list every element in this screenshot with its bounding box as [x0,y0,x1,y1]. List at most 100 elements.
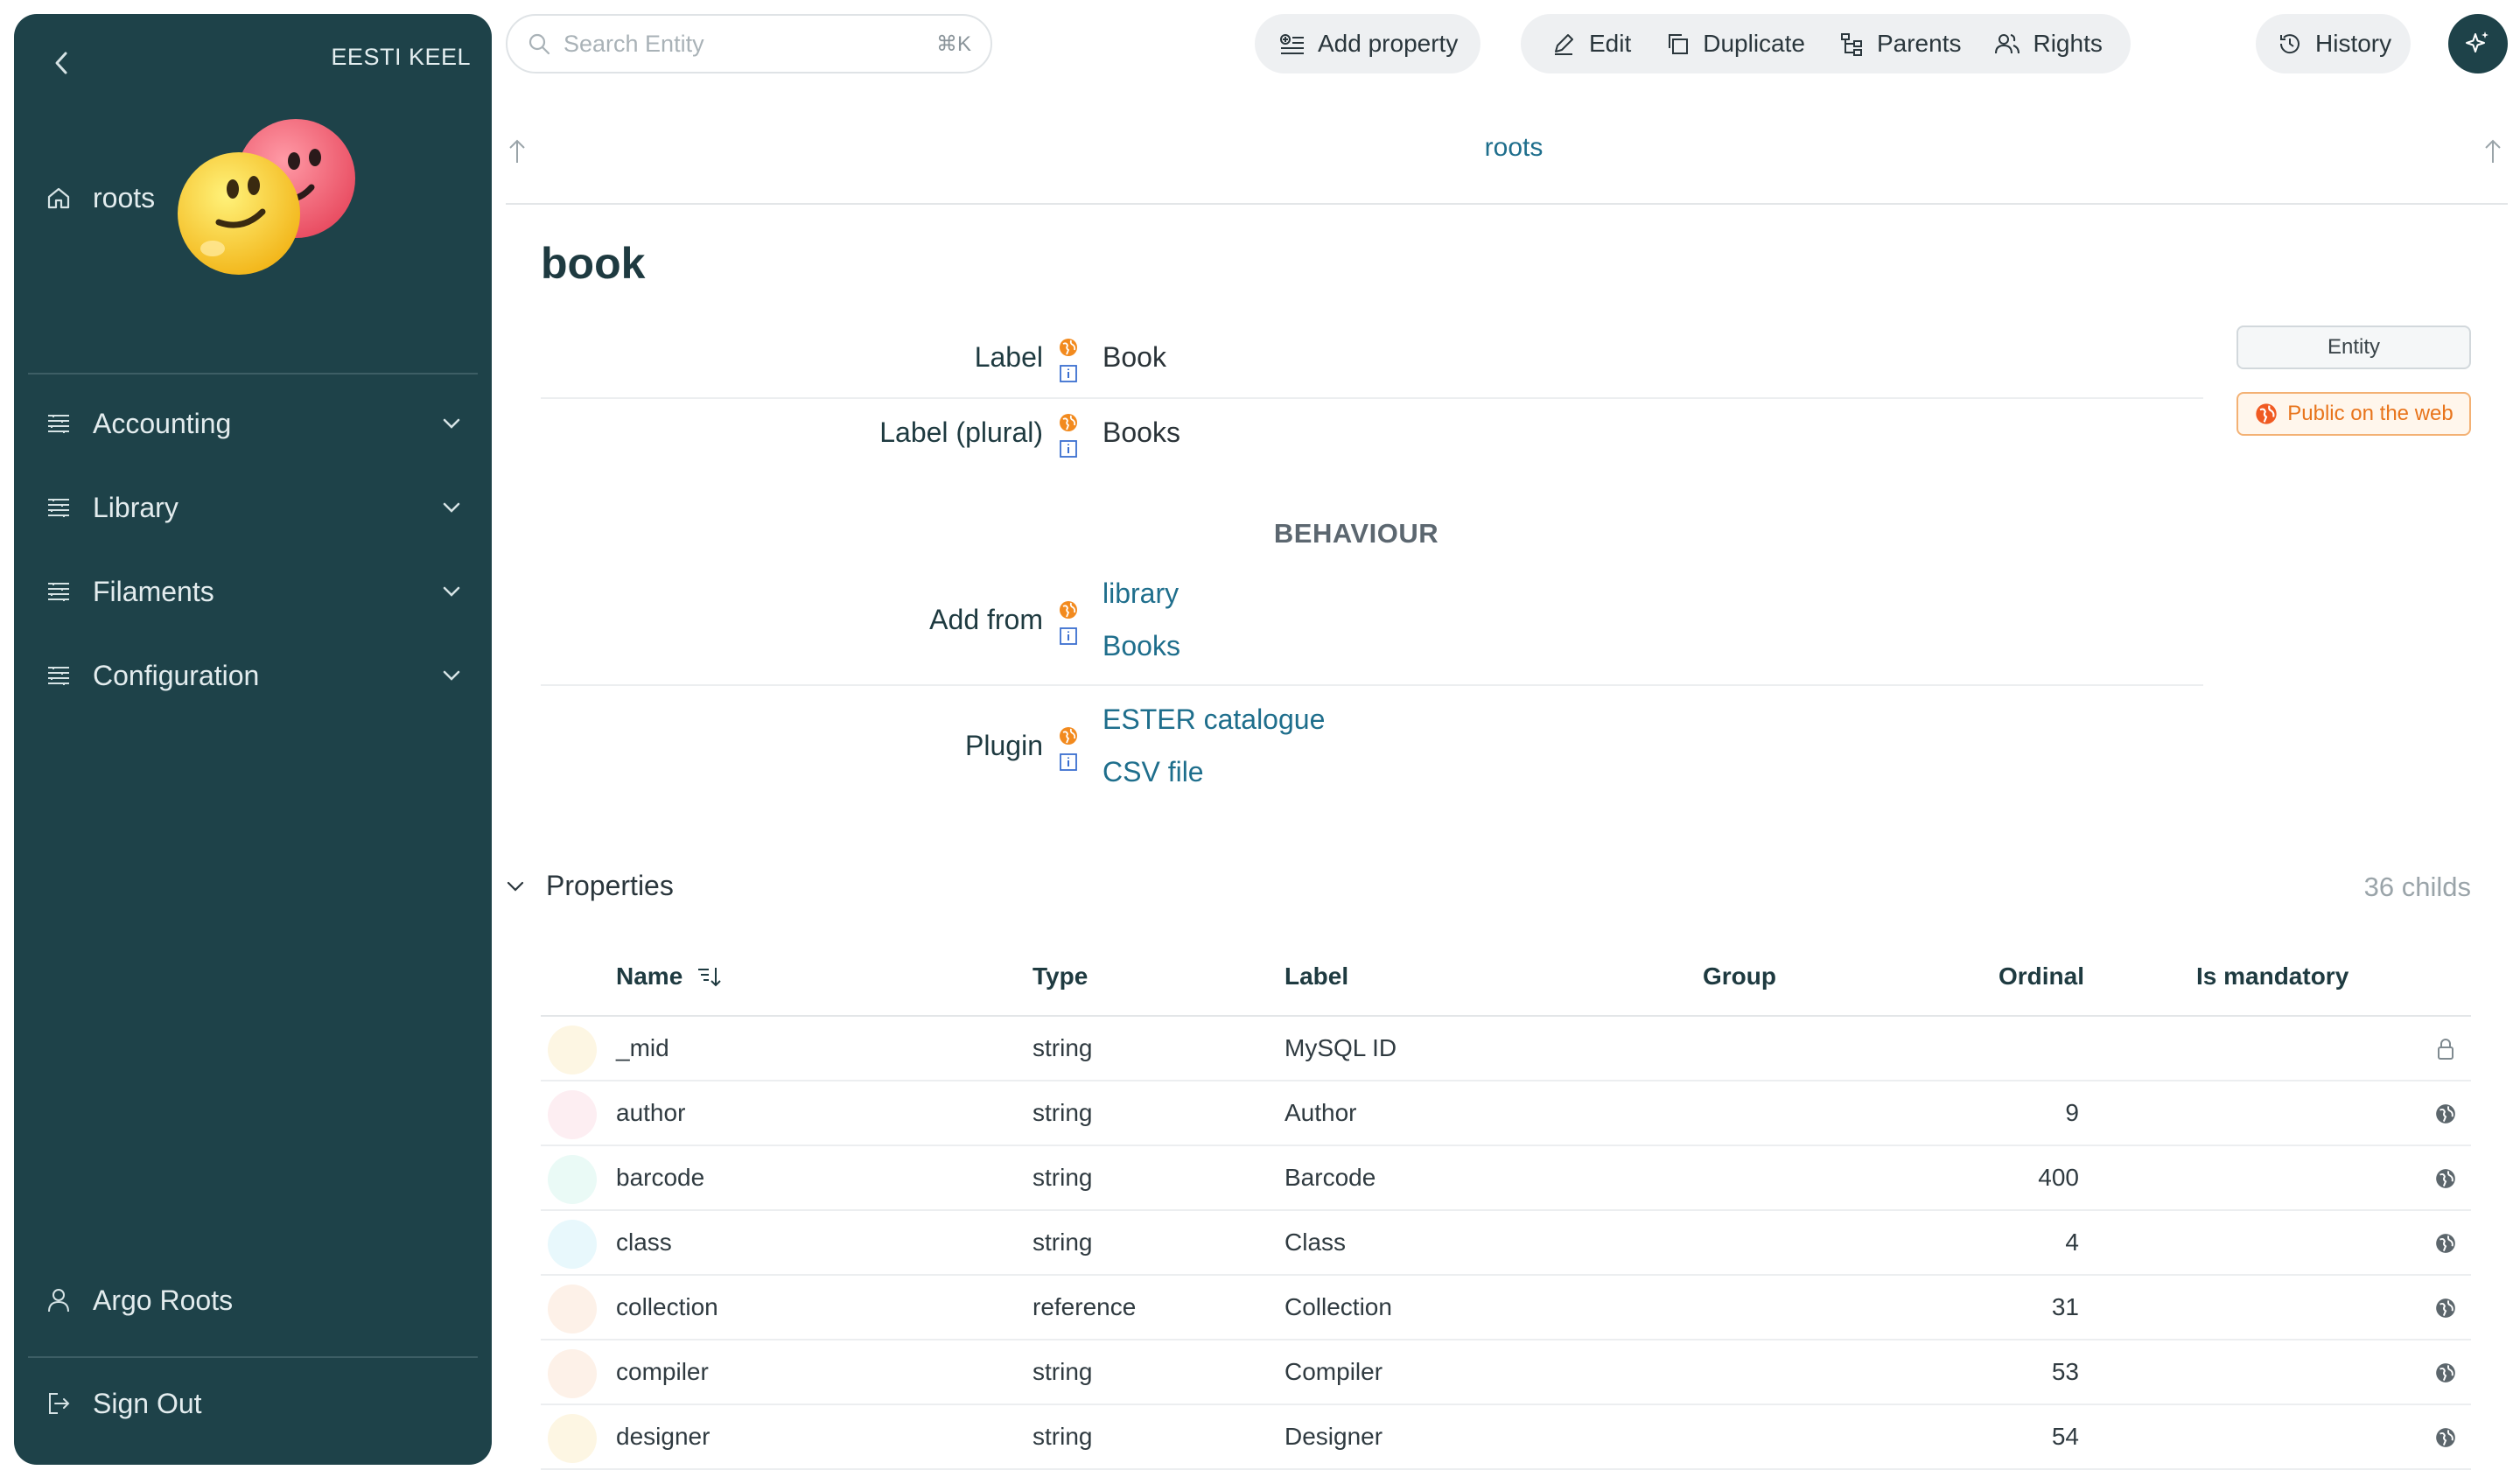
globe-icon [2432,1166,2459,1192]
sidebar-item-library[interactable]: Library [40,481,478,534]
cell-ordinal: 54 [2051,1423,2079,1450]
chevron-down-icon [434,658,469,693]
table-row[interactable]: designer string Designer 54 [541,1405,2471,1470]
sign-out-button[interactable]: Sign Out [40,1377,478,1430]
search-box[interactable]: ⌘K [506,14,992,74]
sidebar-item-accounting[interactable]: Accounting [40,397,478,450]
cell-type: string [1032,1358,1093,1385]
row-avatar [548,1349,597,1398]
page-title: book [541,239,646,288]
plugin-link-csv[interactable]: CSV file [1102,756,1204,788]
property-label-add-from: Add from [929,604,1043,635]
table-row[interactable]: author string Author 9 [541,1082,2471,1146]
arrow-up-icon[interactable] [506,136,534,168]
rights-button[interactable]: Rights [1977,14,2118,74]
search-input[interactable] [564,30,936,58]
duplicate-icon [1662,29,1692,59]
column-header-ordinal[interactable]: Ordinal [1998,962,2084,990]
lock-icon [2432,1036,2459,1062]
cell-label: Compiler [1284,1358,1383,1385]
sidebar-divider [28,373,478,374]
property-icons [1057,598,1082,651]
sign-out-icon [40,1385,77,1422]
history-icon [2275,29,2305,59]
row-divider [541,684,2203,686]
table-row[interactable]: collection reference Collection 31 [541,1276,2471,1340]
add-from-link-library[interactable]: library [1102,578,1179,610]
sidebar-item-roots[interactable]: roots [40,172,478,224]
sidebar-item-label: Accounting [93,407,232,439]
search-shortcut: ⌘K [935,32,971,56]
history-button[interactable]: History [2270,14,2397,74]
info-icon [1057,625,1080,648]
globe-icon [2432,1295,2459,1321]
public-badge[interactable]: Public on the web [2236,392,2471,436]
row-avatar [548,1155,597,1204]
column-header-type[interactable]: Type [1032,962,1088,990]
cell-name: author [616,1099,686,1126]
globe-icon [2254,402,2278,426]
chevron-down-icon [434,490,469,525]
parents-label: Parents [1876,30,1962,57]
row-avatar [548,1284,597,1334]
table-row[interactable]: compiler string Compiler 53 [541,1340,2471,1405]
cell-label: Class [1284,1228,1347,1256]
column-header-mandatory[interactable]: Is mandatory [2196,962,2348,990]
property-label-label: Label [974,341,1043,373]
table-row[interactable]: _mid string MySQL ID [541,1017,2471,1082]
hierarchy-icon [1837,29,1866,59]
pencil-icon [1549,29,1578,59]
sidebar-user-name: Argo Roots [93,1284,234,1316]
info-icon [1057,438,1080,460]
info-icon [1057,362,1080,385]
parents-button[interactable]: Parents [1821,14,1978,74]
users-icon [1992,29,2022,59]
search-icon [527,30,555,58]
sidebar-item-label: roots [93,181,156,214]
cell-label: Collection [1284,1293,1392,1320]
cell-name: designer [616,1423,710,1450]
globe-icon [1057,598,1080,621]
sidebar-divider [28,1356,478,1358]
table-row[interactable]: class string Class 4 [541,1211,2471,1276]
ai-assistant-button[interactable] [2448,14,2508,74]
entity-type-badge[interactable]: Entity [2236,326,2471,369]
plugin-link-ester[interactable]: ESTER catalogue [1102,704,1325,736]
cell-ordinal: 31 [2051,1293,2079,1320]
properties-title: Properties [546,870,674,901]
add-from-link-books[interactable]: Books [1102,630,1180,662]
cell-ordinal: 400 [2038,1164,2079,1191]
globe-icon [1057,336,1080,359]
cell-ordinal: 9 [2065,1099,2079,1126]
breadcrumb-roots[interactable]: roots [1400,133,1628,163]
table-row[interactable]: barcode string Barcode 400 [541,1146,2471,1211]
property-value-plural: Books [1102,416,1180,448]
cell-type: reference [1032,1293,1137,1320]
sidebar-item-configuration[interactable]: Configuration [40,649,478,702]
sidebar-item-user[interactable]: Argo Roots [40,1274,478,1326]
list-icon [40,489,77,526]
info-icon [1057,751,1080,774]
column-header-label[interactable]: Label [1284,962,1348,990]
property-icons [1057,336,1082,388]
cell-type: string [1032,1228,1093,1256]
list-icon [40,405,77,442]
user-icon [40,1282,77,1319]
arrow-up-icon[interactable] [2482,136,2510,168]
chevron-down-icon [434,406,469,441]
add-property-group: Add property [1255,14,1481,74]
add-property-button[interactable]: Add property [1272,14,1463,74]
edit-button[interactable]: Edit [1533,14,1647,74]
chevron-left-icon [55,52,67,74]
back-button[interactable] [37,46,86,80]
sidebar: EESTI KEEL roots Accounting Library Fila… [14,14,492,1465]
sidebar-item-filaments[interactable]: Filaments [40,565,478,618]
language-switch[interactable]: EESTI KEEL [331,44,471,71]
sign-out-label: Sign Out [93,1387,202,1419]
duplicate-button[interactable]: Duplicate [1647,14,1821,74]
column-header-name[interactable]: Name [616,962,723,990]
entity-actions-group: Edit Duplicate Parents Rights [1521,14,2131,74]
properties-toggle[interactable]: Properties [506,870,674,902]
column-header-group[interactable]: Group [1703,962,1776,990]
cell-type: string [1032,1099,1093,1126]
